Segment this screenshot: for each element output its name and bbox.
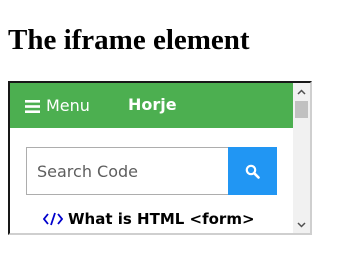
menu-button[interactable]: Menu xyxy=(25,95,90,117)
menu-label: Menu xyxy=(46,96,90,115)
iframe-embed[interactable]: Menu Horje What is HTML <form> xyxy=(8,81,312,235)
code-icon xyxy=(43,212,63,226)
page-title: The iframe element xyxy=(8,24,250,56)
top-navigation-bar: Menu Horje xyxy=(10,83,293,128)
scroll-up-arrow[interactable] xyxy=(293,83,310,100)
chevron-down-icon xyxy=(297,221,306,228)
brand-link[interactable]: Horje xyxy=(128,95,177,115)
search-icon xyxy=(245,164,260,179)
iframe-content: Menu Horje What is HTML <form> xyxy=(10,83,293,233)
chevron-up-icon xyxy=(297,88,306,95)
html-form-link-label: What is HTML <form> xyxy=(68,210,255,228)
search-code-input[interactable] xyxy=(26,147,228,195)
scroll-thumb[interactable] xyxy=(295,101,308,118)
hamburger-icon xyxy=(25,99,40,113)
search-button[interactable] xyxy=(228,147,277,195)
vertical-scrollbar[interactable] xyxy=(293,83,310,233)
html-form-link[interactable]: What is HTML <form> xyxy=(43,209,255,229)
scroll-down-arrow[interactable] xyxy=(293,216,310,233)
